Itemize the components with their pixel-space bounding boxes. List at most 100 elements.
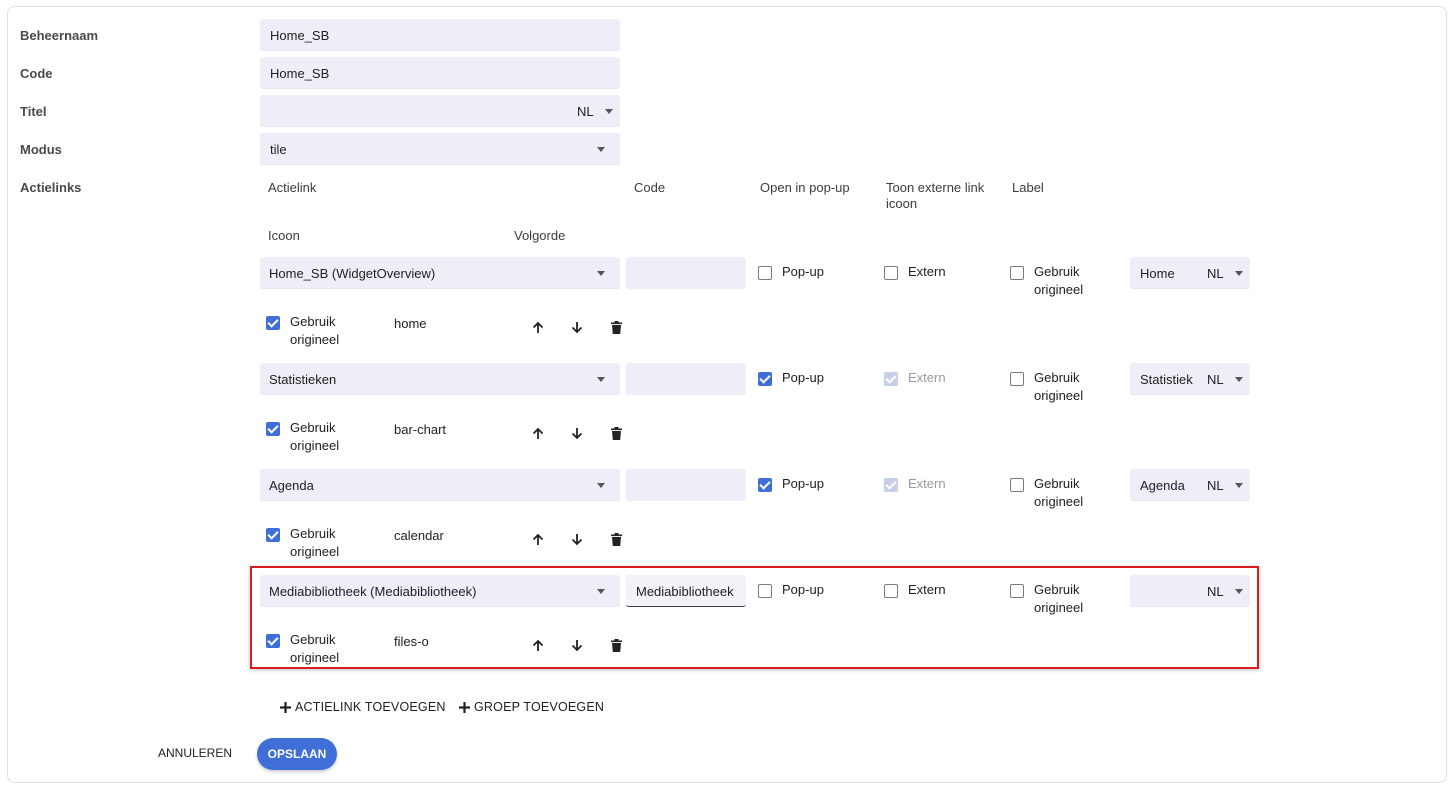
label-input[interactable]: Agenda NL [1130, 469, 1250, 501]
popup-checkbox[interactable] [758, 372, 772, 386]
add-group-button[interactable]: GROEP TOEVOEGEN [459, 700, 604, 714]
titel-input[interactable]: NL [260, 95, 620, 127]
label-use-original-checkbox[interactable] [1010, 478, 1024, 492]
label-use-original-text: Gebruik origineel [1034, 264, 1084, 297]
code-input[interactable]: Home_SB [260, 57, 620, 89]
chevron-down-icon [597, 271, 605, 276]
move-up-button[interactable] [528, 319, 548, 339]
arrow-up-icon [532, 321, 544, 337]
label-lang-select[interactable]: NL [1207, 478, 1224, 493]
chevron-down-icon [597, 147, 605, 152]
icon-use-original-checkbox[interactable] [266, 422, 280, 436]
add-group-label: GROEP TOEVOEGEN [474, 700, 605, 714]
icon-value: bar-chart [394, 422, 447, 437]
popup-checkbox[interactable] [758, 478, 772, 492]
icon-use-original-text: Gebruik origineel [290, 526, 340, 559]
selected-row-highlight [250, 566, 1259, 669]
col-icoon: Icoon [268, 228, 300, 243]
move-down-button[interactable] [567, 319, 587, 339]
code-label: Code [20, 66, 53, 81]
add-actielink-button[interactable]: ACTIELINK TOEVOEGEN [280, 700, 446, 714]
arrow-down-icon [571, 533, 583, 549]
label-use-original-text: Gebruik origineel [1034, 476, 1084, 509]
code-input[interactable] [626, 363, 746, 395]
label-lang-select[interactable]: NL [1207, 266, 1224, 281]
label-value: Agenda [1140, 478, 1185, 493]
code-input[interactable] [626, 469, 746, 501]
save-button[interactable]: OPSLAAN [257, 738, 337, 770]
beheernaam-label: Beheernaam [20, 28, 99, 43]
label-use-original-checkbox[interactable] [1010, 372, 1024, 386]
col-code: Code [634, 180, 666, 195]
modus-value: tile [270, 142, 287, 157]
popup-checkbox[interactable] [758, 266, 772, 280]
popup-label: Pop-up [782, 370, 824, 385]
arrow-up-icon [532, 427, 544, 443]
actielink-select[interactable]: Agenda [260, 469, 620, 501]
chevron-down-icon [597, 483, 605, 488]
label-lang-select[interactable]: NL [1207, 372, 1224, 387]
extern-checkbox [884, 478, 898, 492]
label-value: Statistiek [1140, 372, 1193, 387]
add-actielink-label: ACTIELINK TOEVOEGEN [295, 700, 446, 714]
label-input[interactable]: Statistiek NL [1130, 363, 1250, 395]
trash-icon [610, 427, 622, 443]
col-popup: Open in pop-up [760, 180, 850, 195]
arrow-down-icon [571, 427, 583, 443]
beheernaam-value: Home_SB [270, 28, 330, 43]
col-volgorde: Volgorde [514, 228, 566, 243]
icon-use-original-text: Gebruik origineel [290, 420, 340, 453]
icon-use-original-text: Gebruik origineel [290, 314, 340, 347]
popup-label: Pop-up [782, 264, 824, 279]
icon-value: home [394, 316, 427, 331]
extern-label: Extern [908, 370, 946, 385]
chevron-down-icon [605, 109, 613, 114]
delete-button[interactable] [606, 531, 626, 551]
titel-label: Titel [20, 104, 47, 119]
actielink-select[interactable]: Statistieken [260, 363, 620, 395]
trash-icon [610, 321, 622, 337]
col-label: Label [1012, 180, 1044, 195]
code-input[interactable] [626, 257, 746, 289]
trash-icon [610, 533, 622, 549]
actielinks-label: Actielinks [20, 180, 82, 195]
modus-select[interactable]: tile [260, 133, 620, 165]
actielink-value: Statistieken [269, 372, 337, 387]
label-use-original-checkbox[interactable] [1010, 266, 1024, 280]
col-extern: Toon externe link icoon [886, 180, 985, 211]
extern-label: Extern [908, 476, 946, 491]
label-value: Home [1140, 266, 1175, 281]
icon-value: calendar [394, 528, 444, 543]
move-down-button[interactable] [567, 531, 587, 551]
beheernaam-input[interactable]: Home_SB [260, 19, 620, 51]
actielink-value: Home_SB (WidgetOverview) [269, 266, 436, 281]
chevron-down-icon [1235, 483, 1243, 488]
cancel-button[interactable]: ANNULEREN [158, 746, 232, 760]
icon-use-original-checkbox[interactable] [266, 316, 280, 330]
move-down-button[interactable] [567, 425, 587, 445]
arrow-down-icon [571, 321, 583, 337]
actielink-select[interactable]: Home_SB (WidgetOverview) [260, 257, 620, 289]
col-actielink: Actielink [268, 180, 317, 195]
extern-checkbox [884, 372, 898, 386]
move-up-button[interactable] [528, 531, 548, 551]
actielink-value: Agenda [269, 478, 314, 493]
titel-lang-select[interactable]: NL [577, 104, 594, 119]
chevron-down-icon [597, 377, 605, 382]
extern-checkbox[interactable] [884, 266, 898, 280]
extern-label: Extern [908, 264, 946, 279]
code-value: Home_SB [270, 66, 330, 81]
chevron-down-icon [1235, 377, 1243, 382]
move-up-button[interactable] [528, 425, 548, 445]
popup-label: Pop-up [782, 476, 824, 491]
label-use-original-text: Gebruik origineel [1034, 370, 1084, 403]
icon-use-original-checkbox[interactable] [266, 528, 280, 542]
plus-icon [280, 701, 291, 713]
arrow-up-icon [532, 533, 544, 549]
modus-label: Modus [20, 142, 62, 157]
delete-button[interactable] [606, 425, 626, 445]
chevron-down-icon [1235, 271, 1243, 276]
plus-icon [459, 701, 470, 713]
delete-button[interactable] [606, 319, 626, 339]
label-input[interactable]: Home NL [1130, 257, 1250, 289]
